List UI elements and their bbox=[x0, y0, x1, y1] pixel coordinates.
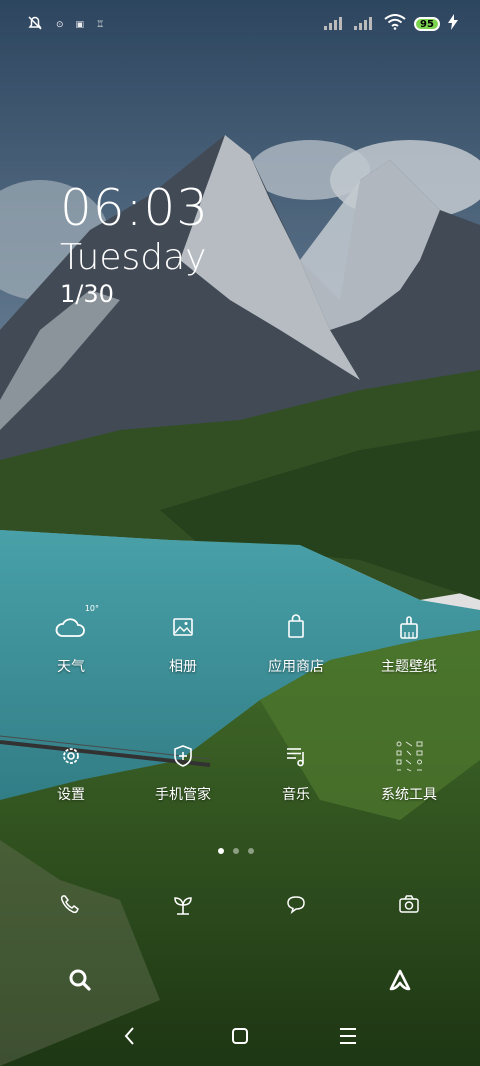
app-gallery[interactable]: 相册 bbox=[128, 610, 238, 676]
app-label: 相册 bbox=[169, 659, 197, 675]
app-label: 主题壁纸 bbox=[381, 659, 437, 675]
assistant-icon[interactable] bbox=[382, 962, 418, 998]
clock-date: 1/30 bbox=[60, 280, 114, 308]
tools-folder-icon bbox=[391, 738, 427, 774]
app-settings[interactable]: 设置 bbox=[16, 738, 126, 804]
battery-indicator: 95 bbox=[414, 17, 440, 31]
app-weather[interactable]: 10° 天气 bbox=[16, 604, 126, 676]
app-label: 设置 bbox=[57, 787, 85, 803]
navigation-bar bbox=[0, 1006, 480, 1066]
app-label: 音乐 bbox=[282, 787, 310, 803]
gallery-icon bbox=[165, 610, 201, 646]
contacts-icon[interactable] bbox=[165, 886, 201, 922]
settings-icon bbox=[53, 738, 89, 774]
recents-icon[interactable] bbox=[330, 1018, 366, 1054]
app-store[interactable]: 应用商店 bbox=[241, 610, 351, 676]
app-music[interactable]: 音乐 bbox=[241, 738, 351, 804]
page-indicator[interactable] bbox=[218, 848, 254, 854]
app-security[interactable]: 手机管家 bbox=[128, 738, 238, 804]
notification-icon: ⊙ bbox=[56, 20, 64, 30]
status-bar: ⊙ ▣ ♖ 95 bbox=[0, 0, 480, 50]
security-icon bbox=[165, 738, 201, 774]
weather-icon: 10° bbox=[53, 604, 99, 646]
camera-icon[interactable] bbox=[391, 886, 427, 922]
app-label: 应用商店 bbox=[268, 659, 324, 675]
app-store-icon bbox=[278, 610, 314, 646]
themes-icon bbox=[391, 610, 427, 646]
notification-icon: ▣ bbox=[75, 20, 85, 30]
app-label: 系统工具 bbox=[381, 787, 437, 803]
signal-icon bbox=[354, 15, 376, 34]
page-dot bbox=[233, 848, 239, 854]
search-icon[interactable] bbox=[62, 962, 98, 998]
app-tools-folder[interactable]: 系统工具 bbox=[354, 738, 464, 804]
app-label: 手机管家 bbox=[155, 787, 211, 803]
clock-time: 06:03 bbox=[60, 179, 210, 237]
signal-icon bbox=[324, 15, 346, 34]
clock-widget[interactable]: 06:03 Tuesday 1/30 bbox=[60, 180, 209, 308]
page-dot bbox=[248, 848, 254, 854]
notification-icon: ♖ bbox=[96, 20, 105, 30]
clock-day: Tuesday bbox=[60, 237, 207, 278]
phone-icon[interactable] bbox=[52, 886, 88, 922]
weather-temperature: 10° bbox=[84, 604, 99, 613]
charging-icon bbox=[448, 14, 458, 34]
wifi-icon bbox=[384, 14, 406, 34]
back-icon[interactable] bbox=[112, 1018, 148, 1054]
messages-icon[interactable] bbox=[278, 886, 314, 922]
music-icon bbox=[278, 738, 314, 774]
app-label: 天气 bbox=[57, 659, 85, 675]
muted-bell-icon bbox=[26, 14, 44, 36]
page-dot-active bbox=[218, 848, 224, 854]
app-themes[interactable]: 主题壁纸 bbox=[354, 610, 464, 676]
home-icon[interactable] bbox=[222, 1018, 258, 1054]
